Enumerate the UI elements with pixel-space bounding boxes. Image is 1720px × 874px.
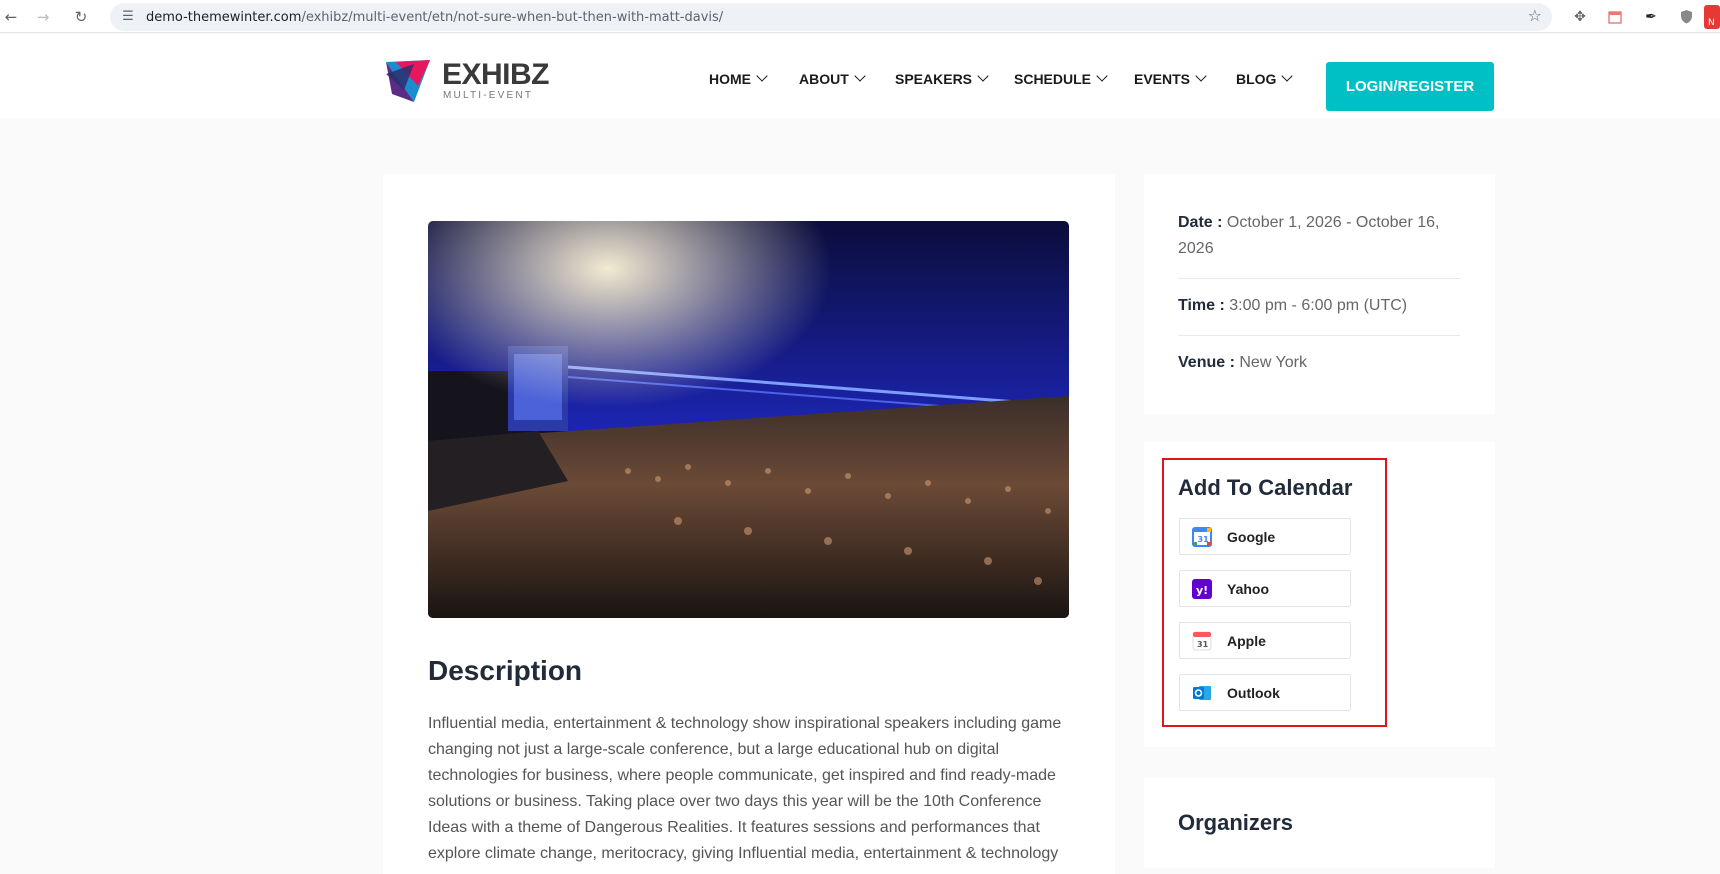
- menu-item-events[interactable]: EVENTS: [1134, 70, 1207, 87]
- svg-text:31: 31: [1198, 535, 1210, 544]
- shield-icon[interactable]: [1671, 0, 1701, 33]
- menu-item-home[interactable]: HOME: [709, 70, 768, 87]
- add-to-apple-calendar-button[interactable]: 31 Apple: [1179, 622, 1351, 659]
- divider: [1178, 335, 1460, 336]
- forward-icon[interactable]: →: [26, 0, 60, 33]
- site-logo[interactable]: EXHIBZ MULTI-EVENT: [384, 56, 550, 106]
- outlook-icon: [1192, 683, 1212, 703]
- apple-label: Apple: [1227, 632, 1266, 649]
- browser-toolbar: ← → ↻ ☰ demo-themewinter.com/exhibz/mult…: [0, 0, 1720, 33]
- svg-text:N: N: [1708, 18, 1715, 28]
- menu-item-about[interactable]: ABOUT: [799, 70, 866, 87]
- add-to-calendar-heading: Add To Calendar: [1178, 475, 1353, 500]
- logo-wordmark: EXHIBZ: [442, 58, 550, 91]
- time-value: 3:00 pm - 6:00 pm (UTC): [1229, 297, 1408, 314]
- url-path: /exhibz/multi-event/etn/not-sure-when-bu…: [301, 9, 724, 25]
- description-heading: Description: [428, 655, 583, 686]
- svg-text:31: 31: [1197, 640, 1209, 649]
- chevron-down-icon: [854, 70, 866, 82]
- extension-badge-icon[interactable]: N: [1700, 0, 1720, 33]
- chevron-down-icon: [756, 70, 768, 82]
- menu-item-schedule[interactable]: SCHEDULE: [1014, 70, 1108, 87]
- menu-item-blog[interactable]: BLOG: [1236, 70, 1294, 87]
- google-calendar-icon: 31: [1192, 526, 1212, 547]
- venue-label: Venue :: [1178, 354, 1235, 371]
- organizers-heading: Organizers: [1178, 810, 1293, 835]
- yahoo-icon: y!: [1192, 578, 1212, 599]
- google-label: Google: [1227, 528, 1276, 545]
- time-label: Time :: [1178, 297, 1225, 314]
- event-time: Time : 3:00 pm - 6:00 pm (UTC): [1178, 293, 1460, 319]
- apple-calendar-icon: 31: [1192, 631, 1212, 651]
- reload-icon[interactable]: ↻: [64, 0, 98, 33]
- menu-item-speakers[interactable]: SPEAKERS: [895, 70, 989, 87]
- url-host: demo-themewinter.com: [146, 9, 302, 25]
- eyedropper-icon[interactable]: ✒: [1636, 0, 1666, 33]
- svg-text:y!: y!: [1196, 584, 1208, 597]
- logo-mark-icon: [386, 60, 430, 102]
- event-venue: Venue : New York: [1178, 350, 1460, 376]
- back-icon[interactable]: ←: [0, 0, 22, 33]
- venue-value: New York: [1239, 354, 1307, 371]
- chevron-down-icon: [1096, 70, 1108, 82]
- address-bar[interactable]: ☰ demo-themewinter.com/exhibz/multi-even…: [110, 3, 1552, 31]
- description-text: Influential media, entertainment & techn…: [428, 715, 1062, 862]
- date-label: Date :: [1178, 214, 1223, 231]
- chevron-down-icon: [1281, 70, 1294, 82]
- logo-tagline: MULTI-EVENT: [443, 90, 534, 101]
- site-settings-icon[interactable]: ☰: [118, 7, 138, 27]
- login-register-button[interactable]: LOGIN/REGISTER: [1326, 62, 1494, 111]
- move-icon[interactable]: ✥: [1565, 0, 1595, 33]
- add-to-google-calendar-button[interactable]: 31 Google: [1179, 518, 1351, 555]
- yahoo-label: Yahoo: [1227, 580, 1270, 597]
- chevron-down-icon: [977, 70, 989, 82]
- bookmark-star-icon[interactable]: ☆: [1528, 6, 1542, 25]
- event-hero-image: [428, 221, 1069, 618]
- chevron-down-icon: [1195, 70, 1207, 82]
- divider: [1178, 278, 1460, 279]
- calendar-extension-icon[interactable]: [1600, 0, 1630, 33]
- event-date: Date : October 1, 2026 - October 16, 202…: [1178, 210, 1460, 262]
- outlook-label: Outlook: [1227, 684, 1280, 701]
- add-to-yahoo-calendar-button[interactable]: y! Yahoo: [1179, 570, 1351, 607]
- add-to-outlook-calendar-button[interactable]: Outlook: [1179, 674, 1351, 711]
